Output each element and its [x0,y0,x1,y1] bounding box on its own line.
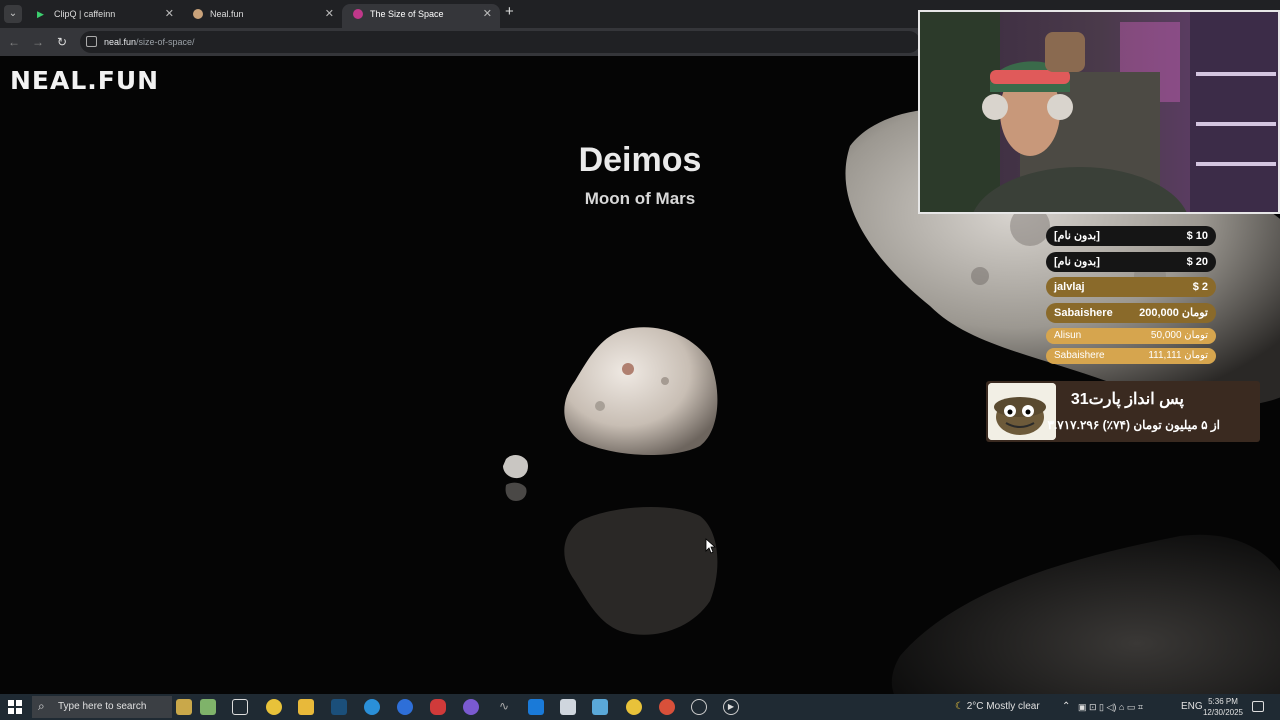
webcam-overlay [918,10,1280,214]
donor-name: jalvlaj [1054,281,1085,293]
windows-start-icon[interactable] [8,700,22,714]
edge-icon[interactable] [364,699,380,715]
donation-amount: 200,000 تومان [1139,306,1208,319]
object-title: Deimos [578,141,702,179]
weather-text: 2°C Mostly clear [966,701,1040,712]
donation-amount: 111,111 تومان [1148,350,1208,361]
mouse-cursor-icon [705,538,717,554]
url-text: neal.fun/size-of-space/ [104,31,195,53]
donor-name: [بدون نام] [1054,230,1100,242]
tab-size-of-space[interactable]: The Size of Space ✕ [342,4,500,28]
donor-name: Sabaishere [1054,350,1105,361]
donation-item: [بدون نام] $ 10 [1046,226,1216,246]
space-favicon-icon [353,9,363,19]
address-bar[interactable]: neal.fun/size-of-space/ [80,31,920,53]
deimos-reflection [564,506,718,635]
close-icon[interactable]: ✕ [165,4,174,24]
tab-title: The Size of Space [370,9,444,19]
audio-wave-icon[interactable]: ∿ [496,699,512,715]
savings-progress-text: ۳.۷۱۷.۲۹۶ از ۵ میلیون تومان (۷۴٪) [1047,418,1220,432]
donation-item: jalvlaj $ 2 [1046,277,1216,297]
donation-list: [بدون نام] $ 10 [بدون نام] $ 20 jalvlaj … [1046,226,1216,368]
system-clock[interactable]: 5:36 PM 12/30/2025 [1198,696,1248,718]
donor-name: Sabaishere [1054,306,1113,319]
tab-search-button[interactable]: ⌄ [4,5,22,23]
asteroid-reflection [891,534,1280,694]
forward-button[interactable]: → [30,34,46,50]
tray-icons[interactable]: ▣ ⊡ ▯ ◁) ⌂ ▭ ⌗ [1078,694,1143,720]
media-player-icon[interactable]: ▶ [723,699,739,715]
taskbar-search-box[interactable]: ⌕ Type here to search [32,696,172,718]
deimos-image[interactable] [560,321,725,461]
donor-name: [بدون نام] [1054,255,1100,268]
small-asteroid-image[interactable] [500,451,530,511]
app-icon-l[interactable] [528,699,544,715]
window-app-icon[interactable] [560,699,576,715]
donation-amount: 50,000 تومان [1150,330,1208,341]
monitor-app-icon[interactable] [592,699,608,715]
tab-clipq[interactable]: ▶ ClipQ | caffeinn ✕ [26,4,182,28]
donation-item: [بدون نام] $ 20 [1046,251,1216,272]
tab-title: ClipQ | caffeinn [54,9,116,19]
nealfun-favicon-icon [193,9,203,19]
savings-goal-widget: پس انداز پارت31 ۳.۷۱۷.۲۹۶ از ۵ میلیون تو… [986,381,1260,442]
clock-date: 12/30/2025 [1202,708,1244,717]
app-icon-blue[interactable] [397,699,413,715]
site-logo[interactable]: NEAL.FUN [10,66,159,95]
donation-amount: $ 10 [1186,230,1208,242]
weather-widget[interactable]: ☾ 2°C Mostly clear [955,694,1040,720]
savings-title: پس انداز پارت31 [1070,391,1184,408]
moon-weather-icon: ☾ [955,701,964,712]
search-placeholder: Type here to search [58,701,147,712]
object-subtitle: Moon of Mars [584,189,696,208]
donation-amount: $ 2 [1192,281,1208,293]
chrome-profile-icon[interactable] [659,699,675,715]
steam-icon[interactable] [331,699,347,715]
bottle-widget-icon[interactable] [200,699,216,715]
search-highlight-icon[interactable] [176,699,192,715]
donation-item: Sabaishere 111,111 تومان [1046,348,1216,364]
close-icon[interactable]: ✕ [325,4,334,24]
pepe-mascot-icon [988,383,1056,440]
url-domain: neal.fun [104,37,137,47]
tab-title: Neal.fun [210,9,244,19]
app-icon-red[interactable] [430,699,446,715]
donor-name: Alisun [1054,330,1082,341]
reload-button[interactable]: ↻ [54,34,70,50]
play-icon: ▶ [37,9,44,19]
donation-item: Sabaishere 200,000 تومان [1046,302,1216,323]
chrome-active-icon[interactable] [626,699,642,715]
task-view-icon[interactable] [232,699,248,715]
windows-taskbar: ⌕ Type here to search ∿ ▶ ☾ 2°C Mostly c… [0,694,1280,720]
clock-time: 5:36 PM [1208,697,1238,706]
new-tab-button[interactable]: + [505,3,514,20]
streamer-webcam-image [920,12,1278,212]
close-icon[interactable]: ✕ [483,4,492,24]
file-explorer-icon[interactable] [298,699,314,715]
search-icon: ⌕ [38,699,45,713]
donation-item: Alisun 50,000 تومان [1046,328,1216,344]
donation-amount: $ 20 [1186,255,1208,268]
notification-icon[interactable] [1252,701,1264,712]
url-path: /size-of-space/ [136,37,195,47]
obs-icon[interactable] [691,699,707,715]
tray-overflow-icon[interactable]: ⌃ [1062,694,1070,720]
tab-nealfun[interactable]: Neal.fun ✕ [182,4,342,28]
chrome-icon[interactable] [266,699,282,715]
discord-icon[interactable] [463,699,479,715]
site-info-icon[interactable] [86,36,97,47]
back-button[interactable]: ← [6,34,22,50]
